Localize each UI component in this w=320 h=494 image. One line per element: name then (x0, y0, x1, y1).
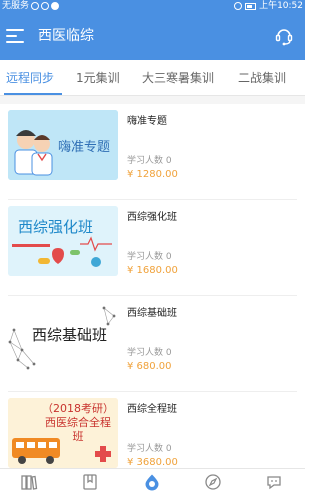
battery-icon (245, 2, 257, 10)
course-title: 西综强化班 (127, 212, 177, 223)
course-title: 嗨准专题 (127, 116, 167, 127)
course-thumbnail: （2018考研）西医综合全程班 (8, 398, 118, 468)
menu-icon[interactable] (6, 29, 24, 43)
tab-winter-summer[interactable]: 大三寒暑集训 (142, 60, 214, 96)
course-learner-count: 学习人数 0 (127, 156, 172, 166)
course-thumbnail: 西综强化班 (8, 206, 118, 276)
status-left: 无服务 (2, 0, 60, 12)
books-icon[interactable] (20, 473, 38, 491)
status-time: 上午10:52 (259, 1, 303, 11)
compass-icon[interactable] (204, 473, 222, 491)
status-right: 上午10:52 (234, 0, 303, 12)
course-price: ¥ 1680.00 (127, 265, 178, 276)
page-title: 西医临综 (38, 28, 94, 44)
thumb-caption: 嗨准专题 (58, 140, 111, 155)
section-divider (0, 96, 305, 104)
course-title: 西综全程班 (127, 404, 177, 415)
tab-one-yuan[interactable]: 1元集训 (76, 60, 120, 96)
status-bar: 无服务 上午10:52 (0, 0, 305, 12)
course-item[interactable]: 嗨准专题 嗨准专题 学习人数 0 ¥ 1280.00 (0, 104, 305, 200)
wifi-icon (234, 2, 243, 10)
category-tabs: 远程同步 1元集训 大三寒暑集训 二战集训 (0, 60, 305, 96)
usb-icon (41, 2, 50, 10)
course-item[interactable]: 西综基础班 西综基础班 学习人数 0 ¥ 680.00 (0, 296, 305, 392)
course-price: ¥ 680.00 (127, 361, 172, 372)
course-price: ¥ 3680.00 (127, 457, 178, 468)
thumb-caption: 西综强化班 (18, 218, 94, 236)
carrier-text: 无服务 (2, 1, 30, 11)
course-learner-count: 学习人数 0 (127, 444, 172, 454)
active-tab-indicator (4, 93, 62, 95)
tab-second-attempt[interactable]: 二战集训 (238, 60, 286, 96)
bookmark-icon[interactable] (81, 473, 99, 491)
course-price: ¥ 1280.00 (127, 169, 178, 180)
course-thumbnail: 嗨准专题 (8, 110, 118, 180)
thumb-caption: 西综基础班 (32, 326, 108, 344)
course-title: 西综基础班 (127, 308, 177, 319)
chat-icon[interactable] (265, 473, 283, 491)
notification-icon (31, 2, 40, 10)
course-item[interactable]: 西综强化班 西综强化班 学习人数 0 ¥ 1680.00 (0, 200, 305, 296)
home-drop-icon[interactable] (143, 473, 161, 491)
wechat-icon (51, 2, 60, 10)
app-header: 西医临综 (0, 12, 305, 60)
headset-service-icon[interactable] (273, 25, 295, 47)
course-thumbnail: 西综基础班 (8, 302, 118, 372)
bottom-navigation (0, 468, 305, 494)
course-learner-count: 学习人数 0 (127, 252, 172, 262)
thumb-caption: （2018考研）西医综合全程班 (42, 402, 114, 443)
course-learner-count: 学习人数 0 (127, 348, 172, 358)
tab-remote-sync[interactable]: 远程同步 (6, 60, 54, 96)
